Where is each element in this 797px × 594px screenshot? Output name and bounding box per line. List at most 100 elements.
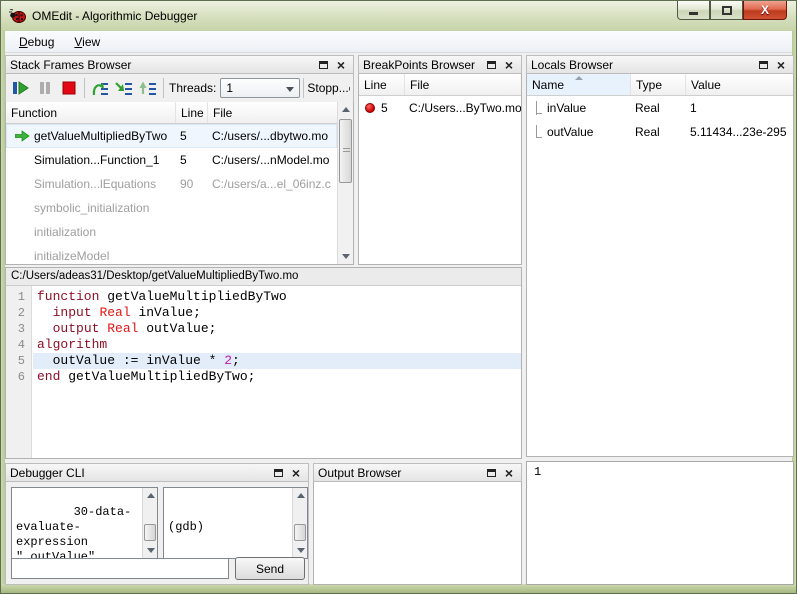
close-icon: ×: [336, 56, 346, 73]
output-browser-close-button[interactable]: ×: [501, 465, 517, 480]
panel-title: Debugger CLI: [10, 465, 85, 480]
toolbar-separator: [163, 78, 164, 98]
stack-frames-title-bar: Stack Frames Browser ×: [5, 55, 354, 74]
local-variable-row[interactable]: inValue Real 1: [527, 96, 793, 120]
stack-frames-float-button[interactable]: [315, 57, 331, 72]
current-execution-line: outValue := inValue * 2;: [33, 353, 521, 369]
breakpoints-float-button[interactable]: [483, 57, 499, 72]
step-return-button[interactable]: [136, 76, 160, 100]
maximize-icon: [721, 5, 732, 15]
panel-title: Output Browser: [318, 465, 402, 480]
step-into-button[interactable]: [112, 76, 136, 100]
scrollbar-thumb[interactable]: [144, 524, 156, 541]
cli-command-log[interactable]: 30-data-evaluate- expression "_outValue": [11, 487, 158, 559]
threads-label: Threads:: [169, 81, 217, 95]
float-icon: [486, 60, 496, 69]
tree-branch: [527, 125, 544, 139]
minimize-button[interactable]: [677, 1, 710, 20]
debugger-cli-close-button[interactable]: ×: [288, 465, 304, 480]
column-header-file[interactable]: File: [405, 74, 521, 95]
stack-frame-row[interactable]: Simulation...lEquations 90 C:/users/a...…: [6, 172, 337, 196]
step-into-icon: [115, 81, 132, 95]
toolbar-separator: [303, 78, 305, 98]
column-header-line[interactable]: Line: [359, 74, 405, 95]
scroll-down-icon[interactable]: [293, 543, 307, 558]
step-over-button[interactable]: [88, 76, 112, 100]
column-header-name[interactable]: Name: [527, 74, 631, 95]
omedit-window: OMEdit - Algorithmic Debugger X Debug Vi…: [0, 0, 797, 594]
scroll-down-icon[interactable]: [143, 543, 157, 558]
float-icon: [318, 60, 328, 69]
code-lines: function getValueMultipliedByTwo input R…: [33, 289, 521, 385]
scrollbar-thumb[interactable]: [339, 119, 352, 183]
debug-toolbar: Threads: 1 Stopp...ead 1: [5, 74, 354, 102]
close-icon: ×: [776, 56, 786, 73]
stack-frame-row[interactable]: Simulation...Function_1 5 C:/users/...nM…: [6, 148, 337, 172]
line-number-gutter[interactable]: 1 2 3 4 5 6: [6, 286, 32, 458]
minimize-icon: [689, 12, 698, 15]
variable-value-panel[interactable]: 1: [526, 461, 794, 585]
output-browser-body[interactable]: [313, 482, 522, 585]
breakpoints-title-bar: BreakPoints Browser ×: [358, 55, 522, 74]
breakpoints-header: Line File: [359, 74, 521, 96]
code-area[interactable]: 1 2 3 4 5 6 function getValueMultipliedB…: [6, 286, 521, 458]
debugger-cli-float-button[interactable]: [270, 465, 286, 480]
stack-frame-row[interactable]: initialization: [6, 220, 337, 244]
title-bar: OMEdit - Algorithmic Debugger X: [1, 1, 796, 31]
scroll-up-icon[interactable]: [143, 488, 157, 503]
tree-branch: [527, 101, 544, 115]
stack-frame-row[interactable]: getValueMultipliedByTwo 5 C:/users/...db…: [6, 124, 337, 148]
output-browser-panel: Output Browser ×: [313, 463, 522, 585]
ladybug-app-icon: [9, 8, 26, 23]
output-browser-float-button[interactable]: [483, 465, 499, 480]
panel-title: BreakPoints Browser: [363, 57, 476, 72]
breakpoints-table: Line File 5 C:/Users...ByTwo.mo: [358, 74, 522, 265]
cli-command-input[interactable]: [11, 558, 229, 579]
breakpoints-close-button[interactable]: ×: [501, 57, 517, 72]
locals-header: Name Type Value: [527, 74, 793, 96]
step-over-icon: [92, 82, 108, 95]
column-header-type[interactable]: Type: [631, 74, 686, 95]
menu-bar: Debug View: [5, 31, 792, 53]
column-header-file[interactable]: File: [208, 102, 337, 123]
stack-frame-row[interactable]: initializeModel: [6, 244, 337, 264]
stack-frames-close-button[interactable]: ×: [333, 57, 349, 72]
column-header-line[interactable]: Line: [176, 102, 208, 123]
threads-dropdown[interactable]: 1: [220, 78, 301, 98]
breakpoint-row[interactable]: 5 C:/Users...ByTwo.mo: [359, 96, 521, 120]
send-button[interactable]: Send: [235, 557, 305, 580]
cli-response-log[interactable]: (gdb): [163, 487, 308, 559]
code-line: output Real outValue;: [52, 321, 217, 336]
toolbar-separator: [84, 78, 85, 98]
debugger-cli-panel: Debugger CLI × 30-data-evaluate- express…: [5, 463, 309, 585]
float-icon: [273, 468, 283, 477]
scrollbar-thumb[interactable]: [294, 524, 306, 541]
column-header-function[interactable]: Function: [6, 102, 176, 123]
panel-title: Stack Frames Browser: [10, 57, 132, 72]
window-border-bottom: [1, 584, 796, 593]
scroll-up-icon[interactable]: [338, 102, 353, 117]
pause-button[interactable]: [33, 76, 57, 100]
cli-command-scrollbar[interactable]: [142, 488, 157, 558]
close-icon: ×: [504, 56, 514, 73]
menu-view[interactable]: View: [64, 32, 110, 52]
resume-button[interactable]: [9, 76, 33, 100]
stack-frames-header: Function Line File: [6, 102, 337, 124]
step-return-icon: [139, 81, 156, 95]
local-variable-row[interactable]: outValue Real 5.11434...23e-295: [527, 120, 793, 144]
locals-float-button[interactable]: [755, 57, 771, 72]
pause-icon: [40, 82, 50, 94]
close-button[interactable]: X: [743, 1, 787, 20]
scroll-up-icon[interactable]: [293, 488, 307, 503]
menu-debug[interactable]: Debug: [9, 32, 64, 52]
scroll-down-icon[interactable]: [338, 249, 353, 264]
stack-frame-row[interactable]: symbolic_initialization: [6, 196, 337, 220]
locals-close-button[interactable]: ×: [773, 57, 789, 72]
stop-button[interactable]: [57, 76, 81, 100]
cli-response-scrollbar[interactable]: [292, 488, 307, 558]
panel-title: Locals Browser: [531, 57, 614, 72]
maximize-button[interactable]: [710, 1, 743, 20]
stack-frames-scrollbar[interactable]: [337, 102, 353, 264]
column-header-value[interactable]: Value: [686, 74, 793, 95]
threads-value: 1: [226, 81, 234, 95]
